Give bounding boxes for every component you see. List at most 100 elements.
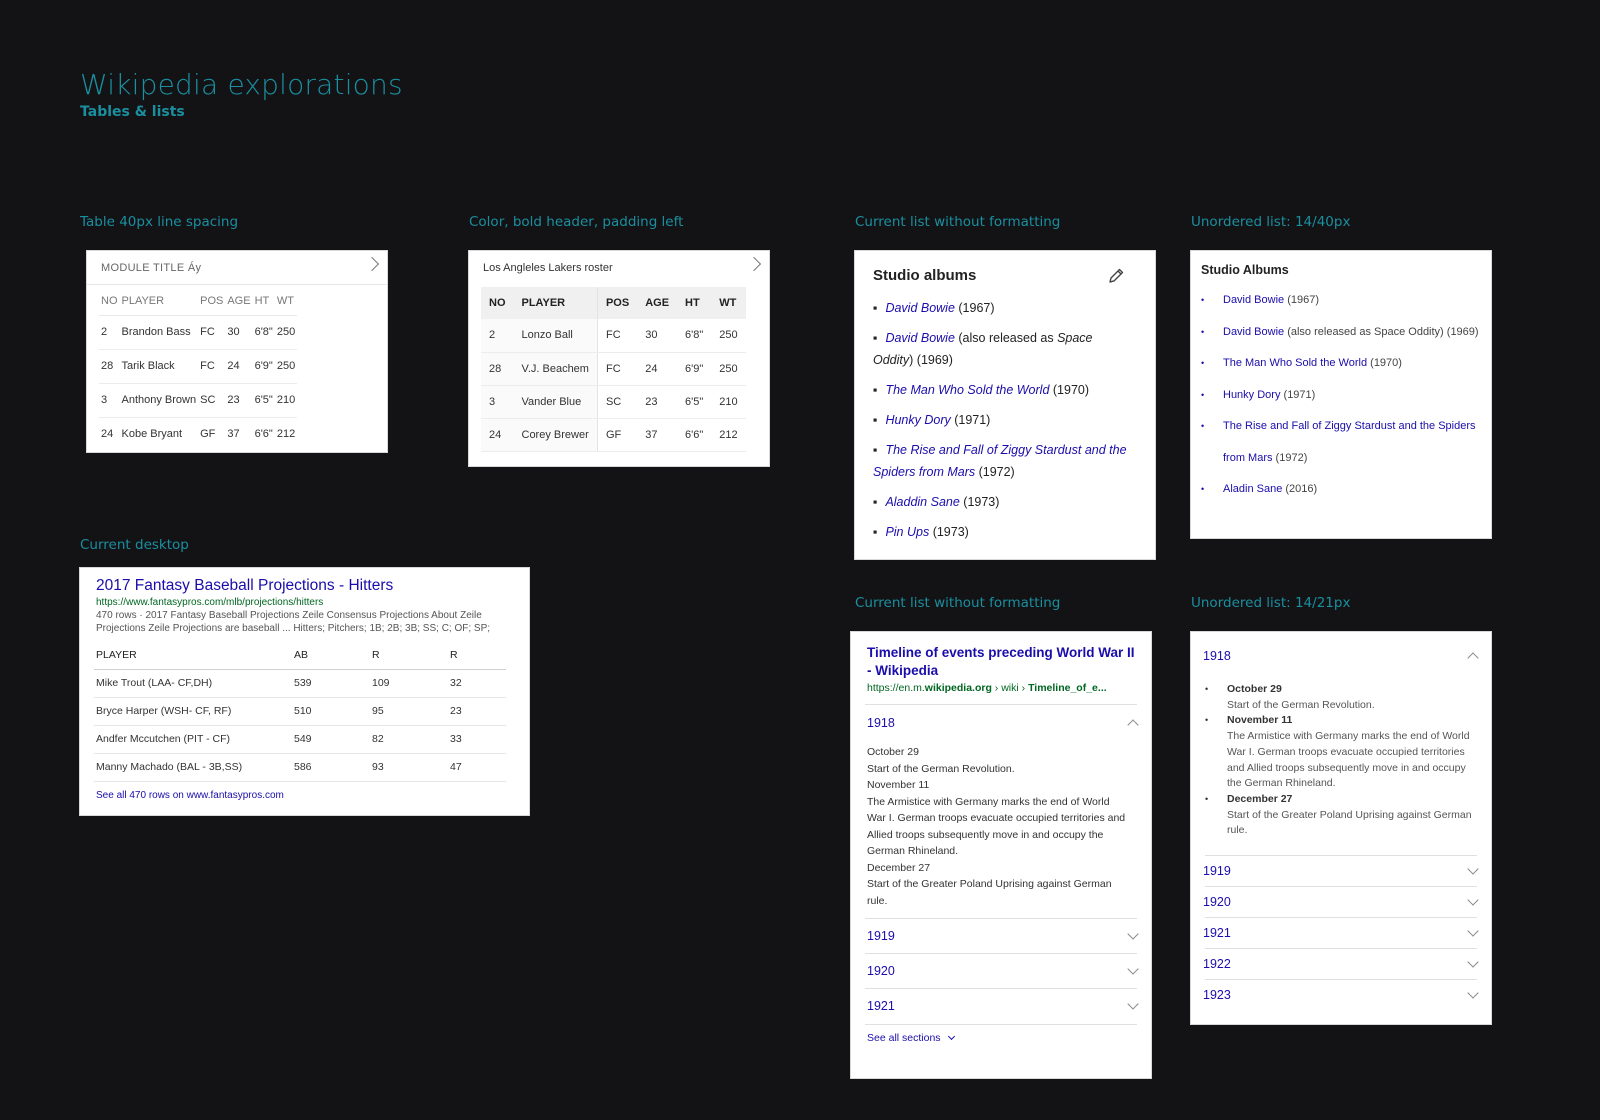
album-link[interactable]: David Bowie [885, 331, 954, 345]
player-link[interactable]: Lonzo Ball [513, 319, 598, 353]
cell-r: 32 [448, 669, 506, 698]
list-item: David Bowie (1967) [1201, 285, 1483, 317]
player-link[interactable]: Brandon Bass [119, 315, 199, 350]
list-item: The Rise and Fall of Ziggy Stardust and … [873, 439, 1129, 483]
see-all-rows-link[interactable]: See all 470 rows on www.fantasypros.com [96, 790, 284, 801]
player-link[interactable]: Corey Brewer [513, 418, 598, 452]
album-link[interactable]: David Bowie [1223, 326, 1284, 338]
cell-r: 23 [448, 697, 506, 726]
album-link[interactable]: Hunky Dory [1223, 389, 1280, 401]
list-title: Studio Albums [1201, 263, 1289, 277]
accordion-header-1921[interactable]: 1921 [1191, 918, 1491, 948]
result-title-link[interactable]: 2017 Fantasy Baseball Projections - Hitt… [96, 577, 393, 595]
result-url[interactable]: https://www.fantasypros.com/mlb/projecti… [96, 597, 323, 608]
chevron-down-icon[interactable] [1467, 894, 1479, 906]
chevron-down-icon[interactable] [1127, 928, 1139, 940]
cell-age: 23 [637, 385, 678, 419]
list-item: David Bowie (also released as Space Oddi… [1201, 317, 1483, 349]
accordion-header-1920[interactable]: 1920 [1191, 887, 1491, 917]
result-url[interactable]: https://en.m.wikipedia.org › wiki › Time… [867, 682, 1137, 694]
player-link[interactable]: Kobe Bryant [120, 417, 199, 451]
accordion-header-1923[interactable]: 1923 [1191, 980, 1491, 1010]
chevron-up-icon[interactable] [1127, 719, 1139, 731]
divider [865, 1024, 1137, 1025]
list-item: Pin Ups (1973) [873, 521, 1129, 543]
cell-number: 3 [99, 383, 120, 418]
albums-list: David Bowie (1967)David Bowie (also rele… [873, 297, 1129, 551]
url-prefix: https://en.m. [867, 682, 925, 694]
cell-player: Manny Machado (BAL - 3B,SS) [94, 753, 292, 782]
cell-r: 82 [370, 725, 448, 754]
list-item: David Bowie (also released as Space Oddi… [873, 327, 1129, 371]
cell-weight: 212 [711, 418, 746, 452]
chevron-down-icon[interactable] [1467, 956, 1479, 968]
cell-height: 6'6" [254, 428, 273, 441]
chevron-down-icon[interactable] [1127, 998, 1139, 1010]
album-link[interactable]: The Man Who Sold the World [885, 383, 1049, 397]
content-line: Start of the German Revolution. [867, 762, 1015, 775]
event-date: December 27 [1227, 792, 1293, 805]
accordion-header-1918[interactable]: 1918 [851, 706, 1151, 740]
cell-height: 6'5" [677, 385, 712, 419]
player-link[interactable]: Tarik Black [119, 349, 199, 384]
content-line: The Armistice with Germany marks the end… [867, 795, 1126, 858]
table-row: Andfer Mccutchen (PIT - CF) 549 82 33 [94, 725, 506, 754]
list-item: Hunky Dory (1971) [873, 409, 1129, 431]
cell-height: 6'6" [677, 418, 712, 452]
accordion-header-1920[interactable]: 1920 [851, 955, 1151, 987]
album-link[interactable]: David Bowie [1223, 294, 1284, 306]
cell-number: 28 [99, 349, 120, 384]
see-all-sections-link[interactable]: See all sections [867, 1032, 955, 1044]
album-link[interactable]: Hunky Dory [885, 413, 950, 427]
url-path: › wiki › [991, 682, 1029, 694]
accordion-header-1922[interactable]: 1922 [1191, 949, 1491, 979]
accordion-header-1919[interactable]: 1919 [1191, 856, 1491, 886]
events-list: October 29 Start of the German Revolution… [1203, 682, 1479, 839]
section-label-color-header: Color, bold header, padding left [469, 214, 684, 230]
section-label-ul-40: Unordered list: 14/40px [1191, 214, 1351, 230]
column-header-pos: POS [198, 287, 226, 316]
album-year: (also released as [954, 331, 1058, 345]
cell-r: 93 [370, 753, 448, 782]
url-tail: Timeline_of_e... [1028, 682, 1107, 694]
cell-r: 109 [370, 669, 448, 698]
cell-position: GF [200, 428, 216, 441]
column-header-ht: HT [252, 287, 275, 316]
table-row: Mike Trout (LAA- CF,DH) 539 109 32 [94, 669, 506, 698]
column-header-wt: WT [711, 287, 746, 319]
list-item: The Rise and Fall of Ziggy Stardust and … [1201, 411, 1483, 474]
accordion-header-1921[interactable]: 1921 [851, 990, 1151, 1022]
chevron-down-icon[interactable] [1467, 863, 1479, 875]
card-desktop-result: 2017 Fantasy Baseball Projections - Hitt… [80, 568, 529, 815]
section-label-desktop: Current desktop [80, 537, 189, 553]
album-link[interactable]: The Man Who Sold the World [1223, 357, 1367, 369]
album-link[interactable]: Aladin Sane [1223, 483, 1282, 495]
module-title: MODULE TITLE Áy [101, 262, 202, 274]
cell-weight: 212 [276, 428, 296, 441]
chevron-down-icon[interactable] [1467, 987, 1479, 999]
player-link[interactable]: V.J. Beachem [513, 352, 598, 386]
cell-weight: 250 [274, 315, 298, 350]
chevron-up-icon[interactable] [1467, 652, 1479, 664]
chevron-down-icon[interactable] [1467, 925, 1479, 937]
player-link[interactable]: Vander Blue [513, 385, 598, 419]
cell-ab: 510 [292, 697, 370, 726]
result-title-link[interactable]: Timeline of events preceding World War I… [867, 644, 1137, 680]
album-link[interactable]: Pin Ups [885, 525, 929, 539]
chevron-down-icon[interactable] [1127, 963, 1139, 975]
cell-position: SC [597, 385, 638, 419]
album-link[interactable]: David Bowie [885, 301, 954, 315]
column-header-ab: AB [292, 641, 370, 670]
cell-weight: 210 [711, 385, 746, 419]
chevron-right-icon[interactable] [364, 256, 380, 272]
accordion-year: 1922 [1203, 957, 1231, 971]
accordion-header-1918[interactable]: 1918 [1191, 640, 1491, 672]
player-link[interactable]: Anthony Brown [119, 383, 199, 418]
pencil-icon[interactable] [1107, 267, 1125, 285]
album-link[interactable]: The Rise and Fall of Ziggy Stardust and … [1223, 420, 1476, 464]
chevron-right-icon[interactable] [746, 256, 762, 272]
cell-age: 30 [637, 319, 678, 353]
accordion-header-1919[interactable]: 1919 [851, 920, 1151, 952]
cell-weight: 250 [711, 352, 746, 386]
album-link[interactable]: Aladdin Sane [885, 495, 959, 509]
